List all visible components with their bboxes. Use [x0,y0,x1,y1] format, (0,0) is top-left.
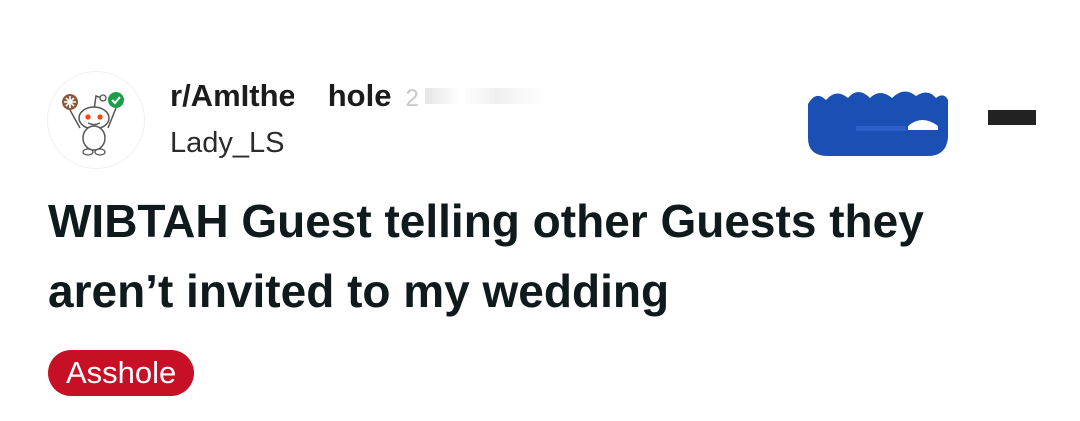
age-redaction [424,88,545,104]
banner-shape [808,91,948,156]
post-flair[interactable]: Asshole [48,350,195,396]
post-age: 2 [405,85,419,112]
join-banner-icon[interactable] [808,86,948,156]
overflow-menu-icon[interactable] [988,110,1036,125]
post-title[interactable]: WIBTAH Guest telling other Guests they a… [48,186,1038,326]
subreddit-link[interactable]: r/AmIthe hole 2 [170,78,545,117]
subreddit-name-start: r/AmIthe [170,78,296,113]
redaction-mark [293,80,330,110]
snoo-avatar-icon [62,92,124,156]
author-username[interactable]: Lady_LS [170,123,545,163]
subreddit-name-end: hole [327,78,392,113]
post-meta: r/AmIthe hole 2 Lady_LS [170,78,545,163]
avatar[interactable] [48,72,144,168]
